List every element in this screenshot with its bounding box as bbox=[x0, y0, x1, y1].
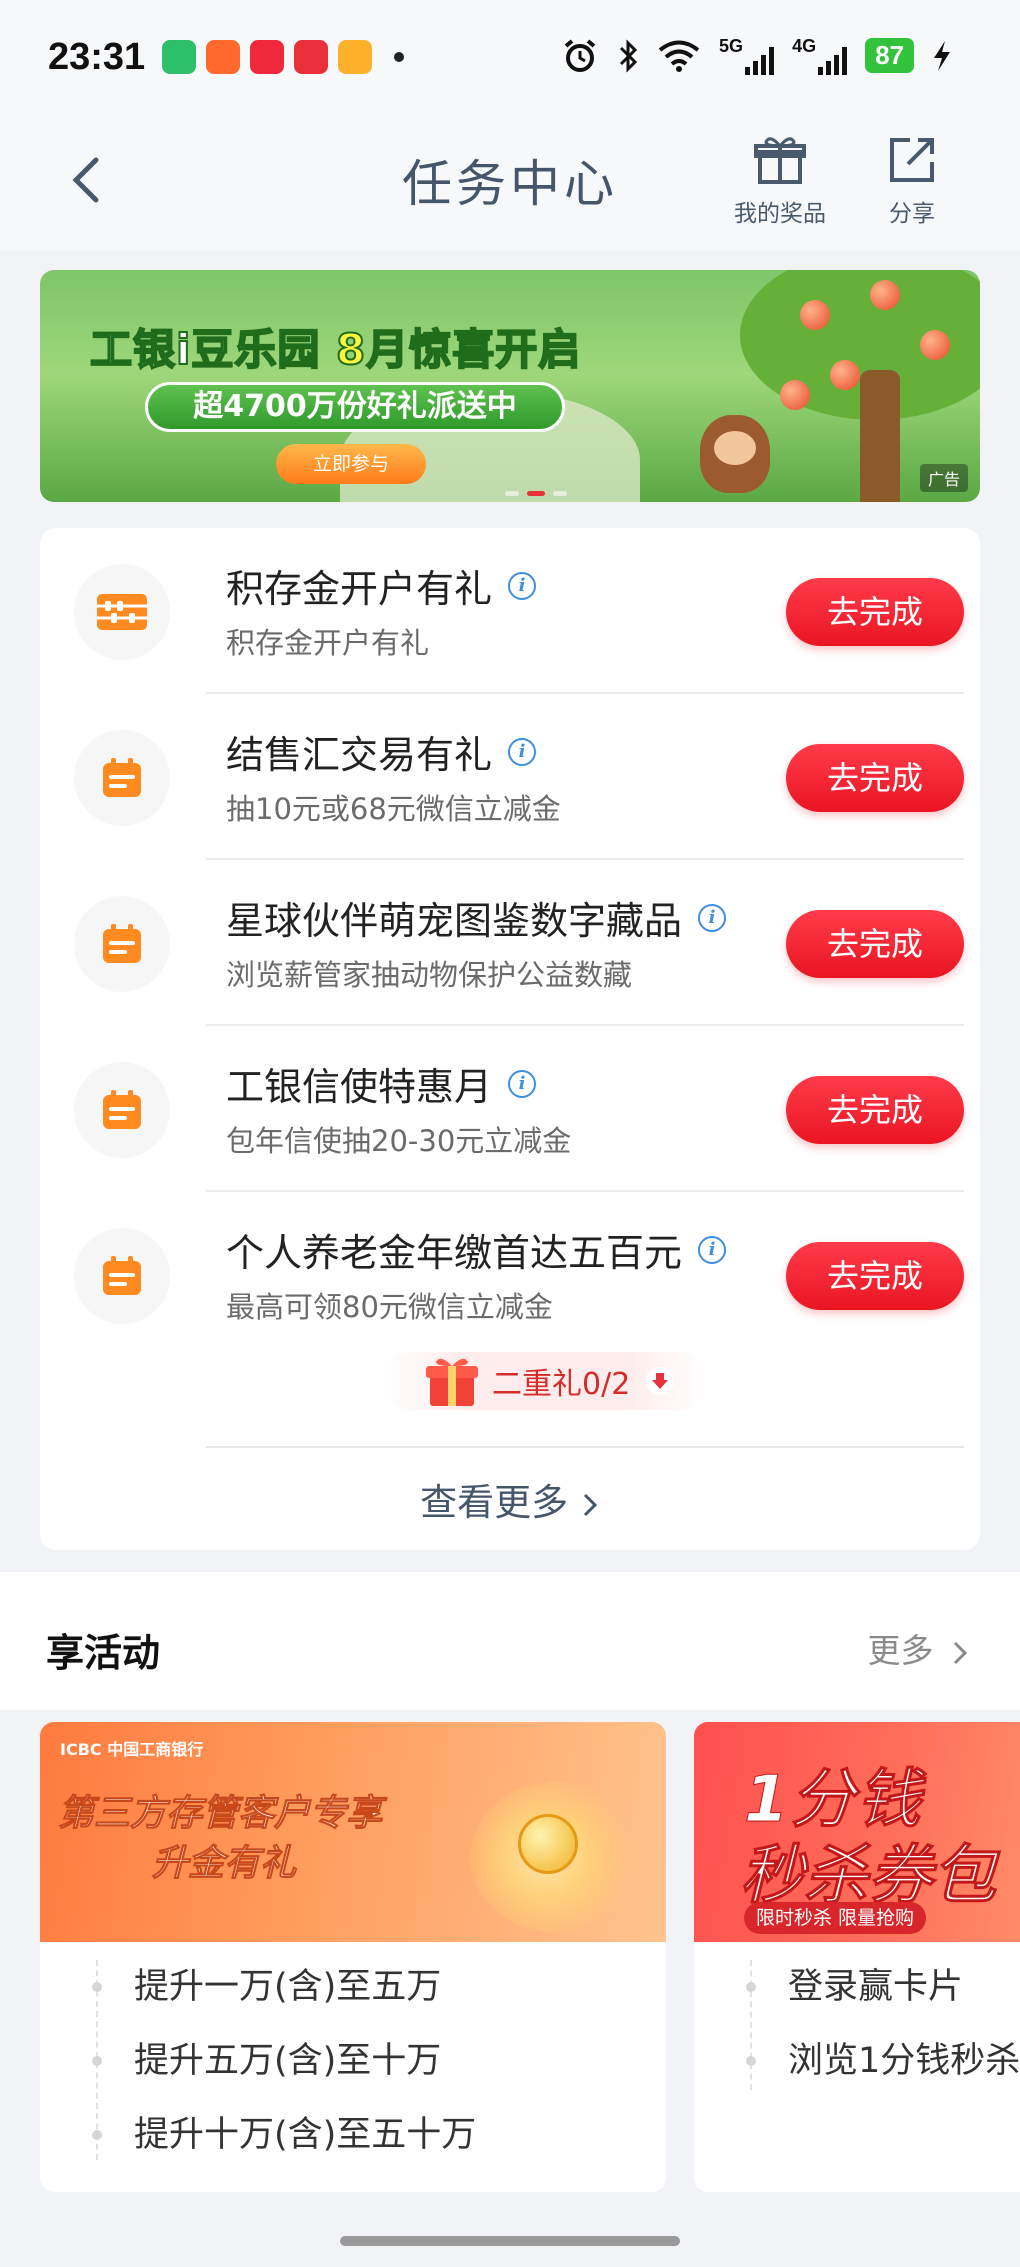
task-title: 工银信使特惠月 i bbox=[226, 1056, 537, 1111]
go-complete-button[interactable]: 去完成 bbox=[786, 910, 964, 978]
page-title: 任务中心 bbox=[402, 155, 618, 213]
app-notification-icon bbox=[162, 40, 196, 74]
list-item[interactable]: 提升十万(含)至五十万 bbox=[40, 2098, 666, 2172]
notification-icons bbox=[162, 40, 404, 74]
go-complete-button[interactable]: 去完成 bbox=[786, 744, 964, 812]
task-description: 抽10元或68元微信立减金 bbox=[226, 792, 561, 826]
activity-tag: 限时秒杀 限量抢购 bbox=[744, 1902, 927, 1934]
share-icon bbox=[890, 138, 934, 182]
calendar-icon bbox=[74, 730, 170, 826]
fruit-icon bbox=[800, 300, 830, 330]
wifi-icon bbox=[658, 40, 700, 72]
app-notification-icon bbox=[206, 40, 240, 74]
ad-label: 广告 bbox=[919, 464, 968, 492]
info-icon[interactable]: i bbox=[698, 1235, 727, 1264]
task-description: 最高可领80元微信立减金 bbox=[226, 1290, 553, 1324]
second-gift-badge[interactable]: 二重礼0/2 bbox=[382, 1352, 708, 1410]
activity-item-list: 登录赢卡片 浏览1分钱秒杀 bbox=[694, 1950, 1020, 2098]
charging-icon bbox=[934, 40, 950, 71]
info-icon[interactable]: i bbox=[508, 737, 537, 766]
task-description: 浏览薪管家抽动物保护公益数藏 bbox=[226, 958, 633, 992]
info-icon[interactable]: i bbox=[698, 903, 727, 932]
arrow-down-icon bbox=[646, 1367, 675, 1395]
activity-subheadline: 升金有礼 bbox=[151, 1843, 297, 1885]
share-button[interactable]: 分享 bbox=[884, 132, 940, 228]
battery-indicator: 87 bbox=[865, 38, 914, 73]
app-notification-icon bbox=[250, 40, 284, 74]
my-prizes-button[interactable]: 我的奖品 bbox=[734, 132, 826, 228]
second-gift-label: 二重礼0/2 bbox=[492, 1367, 631, 1402]
chevron-right-icon bbox=[953, 1641, 968, 1664]
calendar-icon bbox=[74, 896, 170, 992]
coin-icon bbox=[518, 1814, 578, 1874]
list-item[interactable]: 提升五万(含)至十万 bbox=[40, 2024, 666, 2098]
home-indicator[interactable] bbox=[340, 2236, 680, 2246]
signal-4g-icon: 4G bbox=[792, 36, 848, 75]
fruit-icon bbox=[920, 330, 950, 360]
app-notification-icon bbox=[294, 40, 328, 74]
fruit-icon bbox=[780, 380, 810, 410]
divider bbox=[206, 1446, 964, 1448]
task-title: 积存金开户有礼 i bbox=[226, 558, 537, 613]
task-list-card: 积存金开户有礼 i 积存金开户有礼 去完成 结售汇交易有礼 i 抽10元或68元微信… bbox=[40, 528, 980, 1550]
list-item[interactable]: 登录赢卡片 bbox=[694, 1950, 1020, 2024]
list-item[interactable]: 浏览1分钱秒杀 bbox=[694, 2024, 1020, 2098]
go-complete-button[interactable]: 去完成 bbox=[786, 1076, 964, 1144]
monkey-mascot-icon bbox=[700, 415, 770, 493]
fruit-icon bbox=[830, 360, 860, 390]
bluetooth-icon bbox=[619, 38, 638, 73]
task-row: 星球伙伴萌宠图鉴数字藏品 i 浏览薪管家抽动物保护公益数藏 去完成 bbox=[40, 860, 980, 1026]
activities-title: 享活动 bbox=[46, 1631, 161, 1675]
go-complete-button[interactable]: 去完成 bbox=[786, 578, 964, 646]
share-label: 分享 bbox=[889, 201, 935, 227]
promo-banner[interactable]: 工银i豆乐园 8月惊喜开启 超4700万份好礼派送中 立即参与 广告 bbox=[40, 270, 980, 502]
activities-more-link[interactable]: 更多 bbox=[868, 1624, 971, 1672]
calendar-icon bbox=[74, 1062, 170, 1158]
gift-box-icon bbox=[426, 1358, 478, 1406]
clock: 23:31 bbox=[48, 36, 146, 78]
go-complete-button[interactable]: 去完成 bbox=[786, 1242, 964, 1310]
banner-join-button[interactable]: 立即参与 bbox=[276, 444, 426, 484]
task-row: 结售汇交易有礼 i 抽10元或68元微信立减金 去完成 bbox=[40, 694, 980, 860]
activity-card-image: 1分钱 秒杀券包 限时秒杀 限量抢购 bbox=[694, 1722, 1020, 1942]
activity-card[interactable]: 1分钱 秒杀券包 限时秒杀 限量抢购 登录赢卡片 浏览1分钱秒杀 bbox=[694, 1722, 1020, 2192]
my-prizes-label: 我的奖品 bbox=[734, 201, 826, 227]
more-notifications-dot bbox=[394, 52, 404, 62]
activity-card-image: ICBC 中国工商银行 第三方存管客户专享 升金有礼 bbox=[40, 1722, 666, 1942]
icbc-logo: ICBC 中国工商银行 bbox=[60, 1740, 204, 1759]
task-title: 星球伙伴萌宠图鉴数字藏品 i bbox=[226, 890, 727, 945]
system-indicators: 5G 4G 87 bbox=[561, 36, 952, 75]
calendar-icon bbox=[74, 1228, 170, 1324]
task-row: 个人养老金年缴首达五百元 i 最高可领80元微信立减金 去完成 bbox=[40, 1192, 980, 1358]
task-row: 工银信使特惠月 i 包年信使抽20-30元立减金 去完成 bbox=[40, 1026, 980, 1192]
info-icon[interactable]: i bbox=[508, 1069, 537, 1098]
abacus-icon bbox=[74, 564, 170, 660]
page-header: 任务中心 我的奖品 分享 bbox=[0, 120, 1020, 250]
activity-headline: 第三方存管客户专享 bbox=[57, 1793, 383, 1835]
gift-icon bbox=[754, 137, 806, 184]
list-item[interactable]: 提升一万(含)至五万 bbox=[40, 1950, 666, 2024]
task-description: 包年信使抽20-30元立减金 bbox=[226, 1124, 572, 1158]
info-icon[interactable]: i bbox=[508, 571, 537, 600]
signal-5g-icon: 5G bbox=[719, 36, 775, 75]
status-bar: 23:31 5G 4G 87 bbox=[0, 0, 1020, 120]
activity-card[interactable]: ICBC 中国工商银行 第三方存管客户专享 升金有礼 提升一万(含)至五万 提升… bbox=[40, 1722, 666, 2192]
fruit-icon bbox=[870, 280, 900, 310]
banner-pager bbox=[505, 491, 567, 496]
task-title: 结售汇交易有礼 i bbox=[226, 724, 537, 779]
task-title: 个人养老金年缴首达五百元 i bbox=[226, 1222, 727, 1277]
chevron-right-icon bbox=[583, 1493, 597, 1516]
banner-title: 工银i豆乐园 8月惊喜开启 bbox=[89, 324, 582, 375]
activity-item-list: 提升一万(含)至五万 提升五万(含)至十万 提升十万(含)至五十万 bbox=[40, 1950, 666, 2172]
task-row: 积存金开户有礼 i 积存金开户有礼 去完成 bbox=[40, 528, 980, 694]
task-description: 积存金开户有礼 bbox=[226, 626, 430, 660]
tree-trunk-illustration bbox=[860, 370, 900, 502]
alarm-icon bbox=[564, 38, 596, 72]
app-notification-icon bbox=[338, 40, 372, 74]
view-more-link[interactable]: 查看更多 bbox=[40, 1472, 980, 1526]
banner-subtitle: 超4700万份好礼派送中 bbox=[145, 382, 565, 432]
